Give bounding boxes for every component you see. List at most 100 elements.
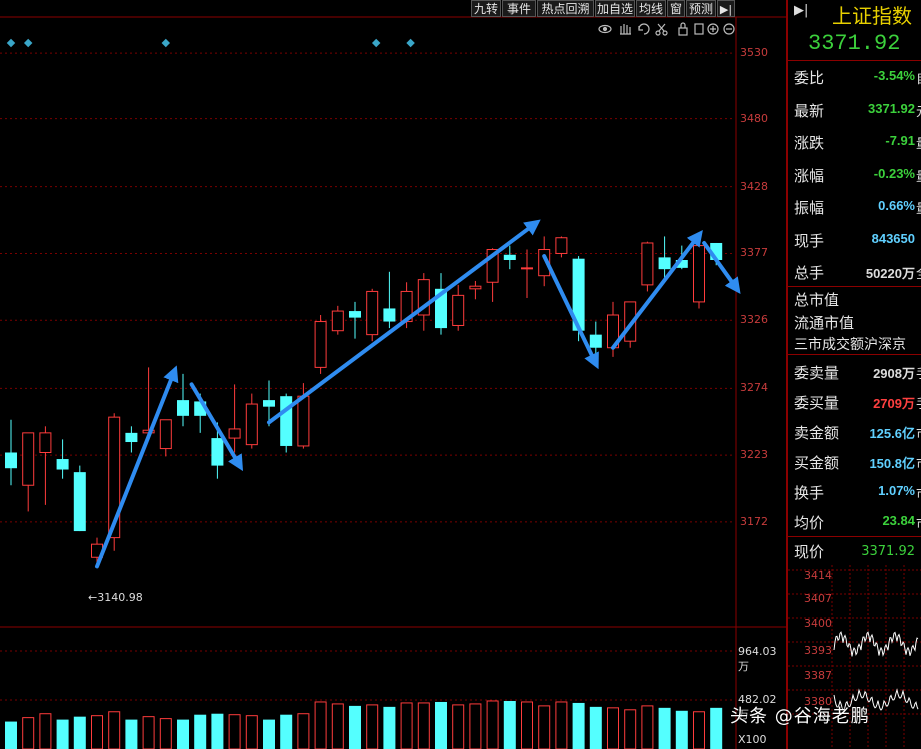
watermark: 头条 @谷海老鹏 — [730, 706, 870, 727]
eye-icon[interactable] — [598, 24, 612, 34]
float-market-value-label: 流通市值 — [794, 314, 855, 332]
quote-row-value: 50220万 — [865, 266, 915, 281]
price-tick-label: 3530 — [740, 46, 768, 60]
candle-body — [693, 245, 705, 303]
volume-bar — [5, 721, 17, 749]
forecast-button[interactable]: 预测 — [686, 0, 716, 17]
mini-tick-label: 3414 — [804, 569, 832, 582]
collapse-panel-button[interactable]: ▶| — [717, 0, 735, 17]
quote-panel: ▶| 上证指数 3371.92 委比-3.54%自最新3371.92元涨跌-7.… — [786, 0, 921, 749]
current-price-big: 3371.92 — [808, 31, 901, 56]
hand-icon[interactable] — [620, 24, 631, 35]
quote-row-label: 均价 — [794, 514, 825, 532]
quote-row-value: 843650 — [871, 230, 915, 246]
chart-tools-bar — [598, 22, 735, 36]
price-tick-label: 3377 — [740, 246, 768, 260]
divider — [788, 536, 921, 537]
quote-row: 委买量 2709万手 — [788, 386, 921, 416]
quote-row-edge: 市 — [916, 483, 921, 502]
quote-row-edge: 元 — [916, 101, 921, 120]
volume-bar — [194, 714, 207, 749]
quote-row: 买金额 150.8亿市 — [788, 446, 921, 476]
volume-bar — [400, 702, 413, 749]
bookmark-icon[interactable] — [694, 23, 704, 35]
quote-row-value: 125.6亿 — [869, 426, 915, 441]
quote-row-value: -0.23% — [873, 165, 915, 181]
volume-bar — [624, 709, 637, 749]
quote-row-edge: 量 — [916, 133, 921, 152]
trend-arrow — [267, 219, 541, 425]
kline-chart-svg[interactable] — [0, 0, 786, 749]
volume-bar — [263, 719, 275, 749]
quote-row-edge: 市 — [916, 453, 921, 472]
zoom-in-icon[interactable] — [707, 23, 719, 35]
price-tick-label: 3172 — [740, 514, 768, 528]
event-marker-icon — [406, 38, 415, 48]
quote-row: 委卖量 2908万手 — [788, 356, 921, 386]
lock-icon[interactable] — [678, 22, 688, 36]
price-tick-label: 3223 — [740, 448, 768, 462]
candle-body — [280, 396, 293, 446]
volume-bar — [452, 704, 465, 749]
quote-row-value: 0.66% — [878, 198, 915, 213]
candle-body — [73, 472, 86, 532]
quote-row-label: 涨幅 — [794, 166, 825, 185]
volume-bar — [91, 715, 103, 749]
candle-body — [658, 257, 671, 270]
candle-body — [159, 419, 172, 450]
candle-body — [469, 285, 482, 290]
quote-row: 涨幅 -0.23%量 — [788, 159, 921, 189]
scissors-icon[interactable] — [655, 23, 668, 36]
quote-row-value: 23.84 — [882, 513, 915, 528]
volume-bar — [211, 713, 224, 749]
candle-body — [366, 290, 379, 336]
quote-row-edge: 全 — [916, 263, 921, 282]
volume-bar — [693, 711, 705, 749]
quote-row: 均价 23.84市 — [788, 506, 921, 536]
panel-header: ▶| 上证指数 — [788, 0, 921, 28]
quote-row-label: 现手 — [794, 231, 825, 250]
quote-row-label: 委卖量 — [794, 364, 840, 382]
mini-tick-label: 3387 — [804, 669, 832, 682]
price-tick-label: 3274 — [740, 381, 768, 395]
candle-body — [245, 403, 258, 446]
kline-chart-area[interactable]: 九转 事件 热点回溯 加自选 均线 窗 预测 ▶| 3530 3480 3428 33… — [0, 0, 786, 749]
moving-average-button[interactable]: 均线 — [636, 0, 666, 17]
volume-bar — [710, 707, 723, 749]
volume-bar — [297, 713, 310, 749]
volume-bar — [56, 719, 69, 749]
add-watchlist-button[interactable]: 加自选 — [595, 0, 635, 17]
candle-body — [452, 294, 465, 326]
total-market-value-label: 总市值 — [794, 291, 840, 309]
hotspot-review-button[interactable]: 热点回溯 — [537, 0, 594, 17]
refresh-icon[interactable] — [638, 23, 650, 35]
panel-pin-icon[interactable]: ▶| — [794, 3, 808, 18]
quote-row-value: 2709万 — [873, 396, 915, 411]
quote-row-value: 2908万 — [873, 366, 915, 381]
mini-price-line — [833, 631, 919, 657]
quote-row-value: -7.91 — [885, 133, 915, 148]
volume-bar — [331, 703, 344, 749]
volume-bar — [503, 700, 516, 749]
event-marker-icon — [23, 38, 33, 48]
low-price-annotation: ←3140.98 — [88, 591, 143, 604]
event-button[interactable]: 事件 — [502, 0, 536, 17]
quote-row-label: 卖金额 — [794, 424, 840, 442]
candle-body — [383, 308, 396, 322]
candle-body — [22, 432, 35, 486]
divider — [788, 286, 921, 287]
mini-tick-label: 3407 — [804, 592, 832, 605]
quote-row: 振幅 0.66%量 — [788, 191, 921, 221]
quote-row-label: 振幅 — [794, 199, 825, 217]
volume-bar — [555, 701, 568, 749]
candle-body — [177, 400, 189, 416]
event-marker-icon — [6, 38, 16, 48]
window-button[interactable]: 窗 — [667, 0, 685, 17]
zoom-out-icon[interactable] — [723, 23, 735, 35]
jiuzhuan-button[interactable]: 九转 — [471, 0, 501, 17]
quote-row-edge: 市 — [916, 513, 921, 532]
volume-bar — [349, 705, 361, 749]
candle-body — [263, 400, 275, 407]
candle-body — [314, 321, 327, 368]
three-markets-turnover-label: 三市成交额沪深京 — [794, 337, 906, 353]
